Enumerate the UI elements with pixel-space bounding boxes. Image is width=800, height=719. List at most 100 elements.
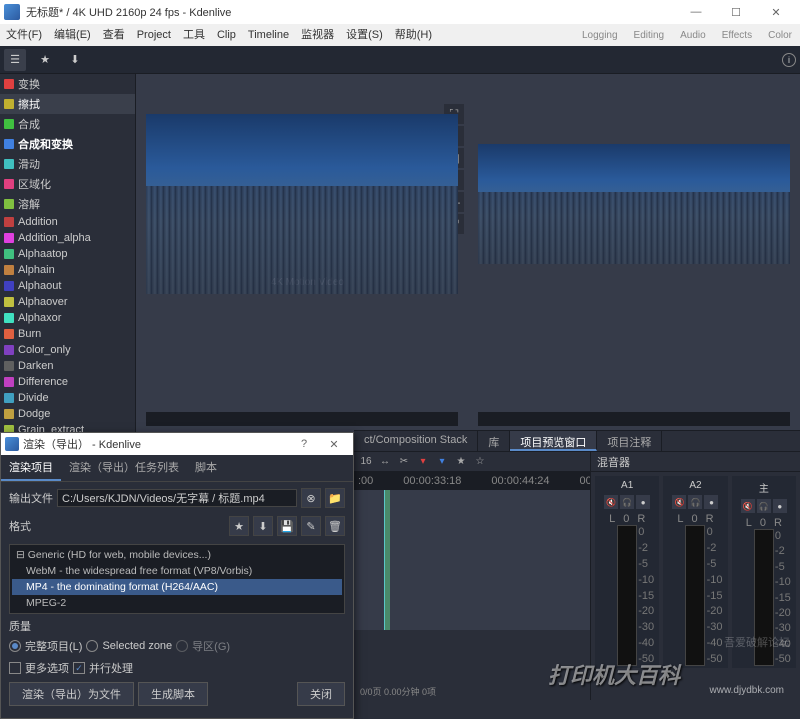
download-icon[interactable]: ⬇ <box>64 49 86 71</box>
clip-preview-image[interactable]: 4K Motion Video <box>146 114 458 294</box>
render-to-file-button[interactable]: 渲染（导出）为文件 <box>9 682 134 706</box>
effect-item[interactable]: Burn <box>0 326 135 342</box>
menu-tools[interactable]: 工具 <box>177 24 211 46</box>
star-icon[interactable]: ★ <box>34 49 56 71</box>
level-meter[interactable]: 0-2-5-10-15-20-30-40-50 <box>685 525 705 666</box>
favorite-icon[interactable]: ★ <box>229 516 249 536</box>
mode-audio[interactable]: Audio <box>672 30 714 41</box>
tab-composition[interactable]: ct/Composition Stack <box>354 431 478 451</box>
close-dialog-button[interactable]: 关闭 <box>297 682 345 706</box>
level-meter[interactable]: 0-2-5-10-15-20-30-40-50 <box>617 525 637 666</box>
effect-item[interactable]: Alphaatop <box>0 246 135 262</box>
menu-timeline[interactable]: Timeline <box>242 24 295 46</box>
rec-button[interactable]: ● <box>704 495 718 509</box>
minimize-button[interactable]: — <box>676 0 716 24</box>
rec-button[interactable]: ● <box>773 499 787 513</box>
mode-color[interactable]: Color <box>760 30 800 41</box>
project-monitor-ruler[interactable] <box>478 412 790 426</box>
menu-project[interactable]: Project <box>131 24 177 46</box>
tab-project-preview[interactable]: 项目预览窗口 <box>510 431 597 451</box>
effect-item[interactable]: 溶解 <box>0 194 135 214</box>
radio-guide-zone[interactable]: 导区(G) <box>176 638 230 654</box>
edit-preset-icon[interactable]: ✎ <box>301 516 321 536</box>
output-file-input[interactable] <box>57 489 297 507</box>
menu-view[interactable]: 查看 <box>97 24 131 46</box>
browse-icon[interactable]: 📁 <box>325 488 345 508</box>
render-help-button[interactable]: ? <box>289 438 319 450</box>
tl-spacer-icon[interactable]: ↔ <box>377 454 393 470</box>
download-preset-icon[interactable]: ⬇ <box>253 516 273 536</box>
tree-item-mpeg2[interactable]: MPEG-2 <box>12 595 342 611</box>
effect-item[interactable]: Addition_alpha <box>0 230 135 246</box>
solo-button[interactable]: 🎧 <box>620 495 634 509</box>
mute-button[interactable]: 🔇 <box>672 495 686 509</box>
tl-star-icon[interactable]: ★ <box>453 454 469 470</box>
tree-group-generic[interactable]: ⊟ Generic (HD for web, mobile devices...… <box>12 547 342 563</box>
close-button[interactable]: ✕ <box>756 0 796 24</box>
timeline-ruler[interactable]: :00 00:00:33:18 00:00:44:24 00:00:56:06 … <box>354 472 590 490</box>
rec-button[interactable]: ● <box>636 495 650 509</box>
render-tab-project[interactable]: 渲染项目 <box>1 455 61 481</box>
mute-button[interactable]: 🔇 <box>604 495 618 509</box>
effect-item[interactable]: Divide <box>0 390 135 406</box>
mode-logging[interactable]: Logging <box>574 30 626 41</box>
solo-button[interactable]: 🎧 <box>688 495 702 509</box>
project-preview-image[interactable] <box>478 144 790 264</box>
effect-item[interactable]: Difference <box>0 374 135 390</box>
render-close-button[interactable]: ✕ <box>319 438 349 451</box>
menu-settings[interactable]: 设置(S) <box>340 24 389 46</box>
zoom-level[interactable]: 16 <box>358 454 374 470</box>
tab-library[interactable]: 库 <box>478 431 510 451</box>
effect-item[interactable]: 变换 <box>0 74 135 94</box>
effect-item[interactable]: 擦拭 <box>0 94 135 114</box>
info-icon[interactable]: i <box>782 53 796 67</box>
menu-file[interactable]: 文件(F) <box>0 24 48 46</box>
effect-item[interactable]: Alphaover <box>0 294 135 310</box>
effect-item[interactable]: 区域化 <box>0 174 135 194</box>
delete-preset-icon[interactable]: 🗑 <box>325 516 345 536</box>
timeline-tracks[interactable] <box>354 490 590 630</box>
generate-script-button[interactable]: 生成脚本 <box>138 682 208 706</box>
tree-item-webm[interactable]: WebM - the widespread free format (VP8/V… <box>12 563 342 579</box>
mode-editing[interactable]: Editing <box>626 30 673 41</box>
tl-star2-icon[interactable]: ☆ <box>472 454 488 470</box>
effect-item[interactable]: Alphaout <box>0 278 135 294</box>
effect-item[interactable]: 滑动 <box>0 154 135 174</box>
check-more-options[interactable]: 更多选项 <box>9 660 69 676</box>
menu-help[interactable]: 帮助(H) <box>389 24 438 46</box>
check-parallel[interactable]: 并行处理 <box>73 660 133 676</box>
effect-item[interactable]: Addition <box>0 214 135 230</box>
render-tab-queue[interactable]: 渲染（导出）任务列表 <box>61 455 187 481</box>
list-icon[interactable]: ☰ <box>4 49 26 71</box>
tab-notes[interactable]: 项目注释 <box>597 431 662 451</box>
playhead[interactable] <box>384 490 385 630</box>
effect-item[interactable]: Alphaxor <box>0 310 135 326</box>
effect-item[interactable]: 合成和变换 <box>0 134 135 154</box>
radio-full-project[interactable]: 完整项目(L) <box>9 638 82 654</box>
mixer-channel: A2🔇🎧●L0R0-2-5-10-15-20-30-40-50 <box>663 476 727 668</box>
menu-monitor[interactable]: 监视器 <box>295 24 340 46</box>
tl-marker-icon[interactable]: ▾ <box>415 454 431 470</box>
mixer-tab[interactable]: 混音器 <box>591 452 800 472</box>
mute-button[interactable]: 🔇 <box>741 499 755 513</box>
effects-list[interactable]: 变换擦拭合成合成和变换滑动区域化溶解AdditionAddition_alpha… <box>0 74 136 474</box>
effect-item[interactable]: Dodge <box>0 406 135 422</box>
format-tree[interactable]: ⊟ Generic (HD for web, mobile devices...… <box>9 544 345 614</box>
menu-clip[interactable]: Clip <box>211 24 242 46</box>
menu-edit[interactable]: 编辑(E) <box>48 24 97 46</box>
tl-marker2-icon[interactable]: ▾ <box>434 454 450 470</box>
radio-selected-zone[interactable]: Selected zone <box>86 640 172 652</box>
effect-item[interactable]: Alphain <box>0 262 135 278</box>
effect-item[interactable]: 合成 <box>0 114 135 134</box>
clear-icon[interactable]: ⊗ <box>301 488 321 508</box>
effect-item[interactable]: Darken <box>0 358 135 374</box>
clip-monitor-ruler[interactable] <box>146 412 458 426</box>
render-tab-script[interactable]: 脚本 <box>187 455 225 481</box>
effect-item[interactable]: Color_only <box>0 342 135 358</box>
maximize-button[interactable]: ☐ <box>716 0 756 24</box>
solo-button[interactable]: 🎧 <box>757 499 771 513</box>
tree-item-mp4[interactable]: MP4 - the dominating format (H264/AAC) <box>12 579 342 595</box>
mode-effects[interactable]: Effects <box>714 30 760 41</box>
save-preset-icon[interactable]: 💾 <box>277 516 297 536</box>
tl-cut-icon[interactable]: ✂ <box>396 454 412 470</box>
